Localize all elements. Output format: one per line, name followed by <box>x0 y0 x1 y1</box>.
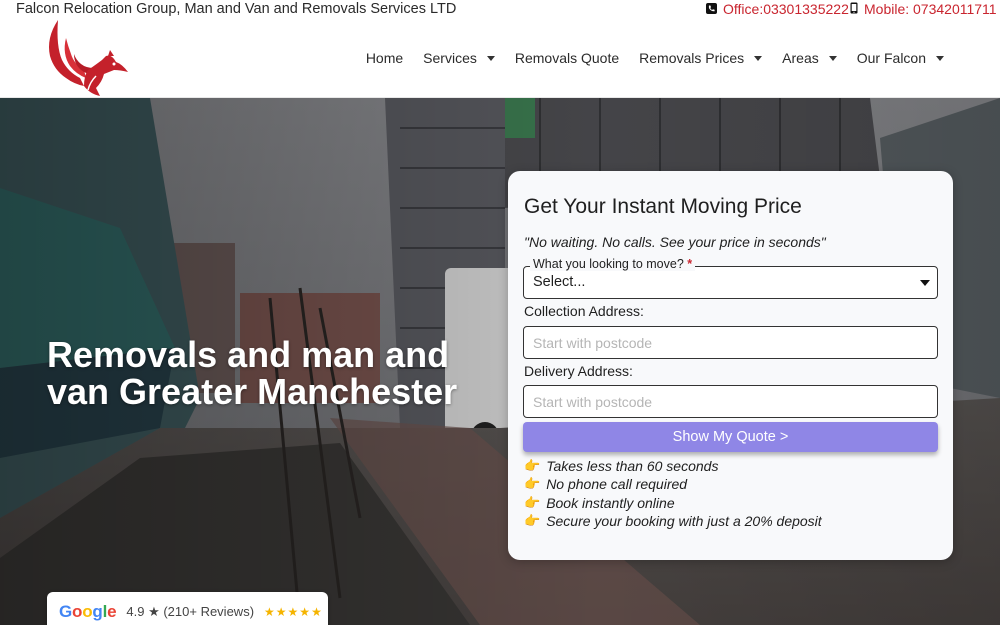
delivery-address-input[interactable] <box>523 385 938 418</box>
star-rating-icon: ★★★★★ <box>264 605 323 619</box>
mobile-phone-icon <box>850 1 858 17</box>
nav-services-label: Services <box>423 50 477 66</box>
nav-home-label: Home <box>365 50 404 66</box>
benefit-text: Takes less than 60 seconds <box>546 458 719 475</box>
hero-title: Removals and man and van Greater Manches… <box>47 334 458 412</box>
chevron-down-icon <box>486 55 495 61</box>
move-type-value: Select... <box>533 274 586 290</box>
benefit-text: No phone call required <box>546 476 688 493</box>
google-logo-icon: Google <box>59 602 117 621</box>
pointing-hand-icon: 👉 <box>524 476 541 492</box>
company-name: Falcon Relocation Group, Man and Van and… <box>16 1 457 17</box>
collection-address-label: Collection Address: <box>524 303 644 319</box>
main-nav: Home Services Removals Quote Removals Pr… <box>346 20 944 96</box>
office-phone-link[interactable]: Office:03301335222 <box>706 1 849 17</box>
office-phone-text: Office:03301335222 <box>723 1 849 17</box>
nav-our-falcon[interactable]: Our Falcon <box>857 50 944 66</box>
quote-card-subtitle: "No waiting. No calls. See your price in… <box>524 234 826 250</box>
nav-services[interactable]: Services <box>423 50 495 66</box>
pointing-hand-icon: 👉 <box>524 494 541 510</box>
list-item: 👉 Book instantly online <box>524 494 822 512</box>
nav-home[interactable]: Home <box>366 50 403 66</box>
nav-areas[interactable]: Areas <box>782 50 837 66</box>
nav-removals-prices[interactable]: Removals Prices <box>639 50 763 66</box>
benefit-text: Book instantly online <box>546 494 675 511</box>
show-quote-button[interactable]: Show My Quote > <box>523 422 938 452</box>
google-reviews-badge[interactable]: Google 4.9 ★ (210+ Reviews) ★★★★★ <box>47 592 328 625</box>
move-type-label: What you looking to move? * <box>530 257 696 271</box>
benefit-text: Secure your booking with just a 20% depo… <box>546 513 822 530</box>
nav-our-falcon-label: Our Falcon <box>856 50 926 66</box>
list-item: 👉 Secure your booking with just a 20% dep… <box>524 512 822 530</box>
pointing-hand-icon: 👉 <box>524 458 541 474</box>
chevron-down-icon <box>754 55 763 61</box>
list-item: 👉 No phone call required <box>524 475 822 493</box>
move-type-label-text: What you looking to move? <box>533 257 684 271</box>
chevron-down-icon <box>936 55 944 61</box>
benefits-list: 👉 Takes less than 60 seconds 👉 No phone ca… <box>524 457 822 530</box>
nav-removals-prices-label: Removals Prices <box>639 50 745 66</box>
move-type-select[interactable]: What you looking to move? * Select... <box>523 257 938 299</box>
required-marker: * <box>687 257 693 271</box>
chevron-down-icon <box>828 55 837 61</box>
quote-card-title: Get Your Instant Moving Price <box>524 195 802 218</box>
nav-removals-quote-label: Removals Quote <box>514 50 620 66</box>
delivery-address-label: Delivery Address: <box>524 363 633 379</box>
falcon-logo-icon[interactable] <box>44 20 132 96</box>
nav-removals-quote[interactable]: Removals Quote <box>515 50 619 66</box>
pointing-hand-icon: 👉 <box>524 513 541 529</box>
phone-square-icon <box>706 1 717 17</box>
site-header: Home Services Removals Quote Removals Pr… <box>0 20 1000 98</box>
top-bar: Falcon Relocation Group, Man and Van and… <box>0 0 1000 20</box>
list-item: 👉 Takes less than 60 seconds <box>524 457 822 475</box>
collection-address-input[interactable] <box>523 326 938 359</box>
mobile-phone-text: Mobile: 07342011711 <box>864 1 997 17</box>
google-rating-text: 4.9 ★ (210+ Reviews) <box>126 604 255 619</box>
nav-areas-label: Areas <box>782 50 819 66</box>
mobile-phone-link[interactable]: Mobile: 07342011711 <box>850 1 997 17</box>
instant-quote-card: Get Your Instant Moving Price "No waitin… <box>508 171 953 560</box>
chevron-down-icon <box>920 280 930 286</box>
